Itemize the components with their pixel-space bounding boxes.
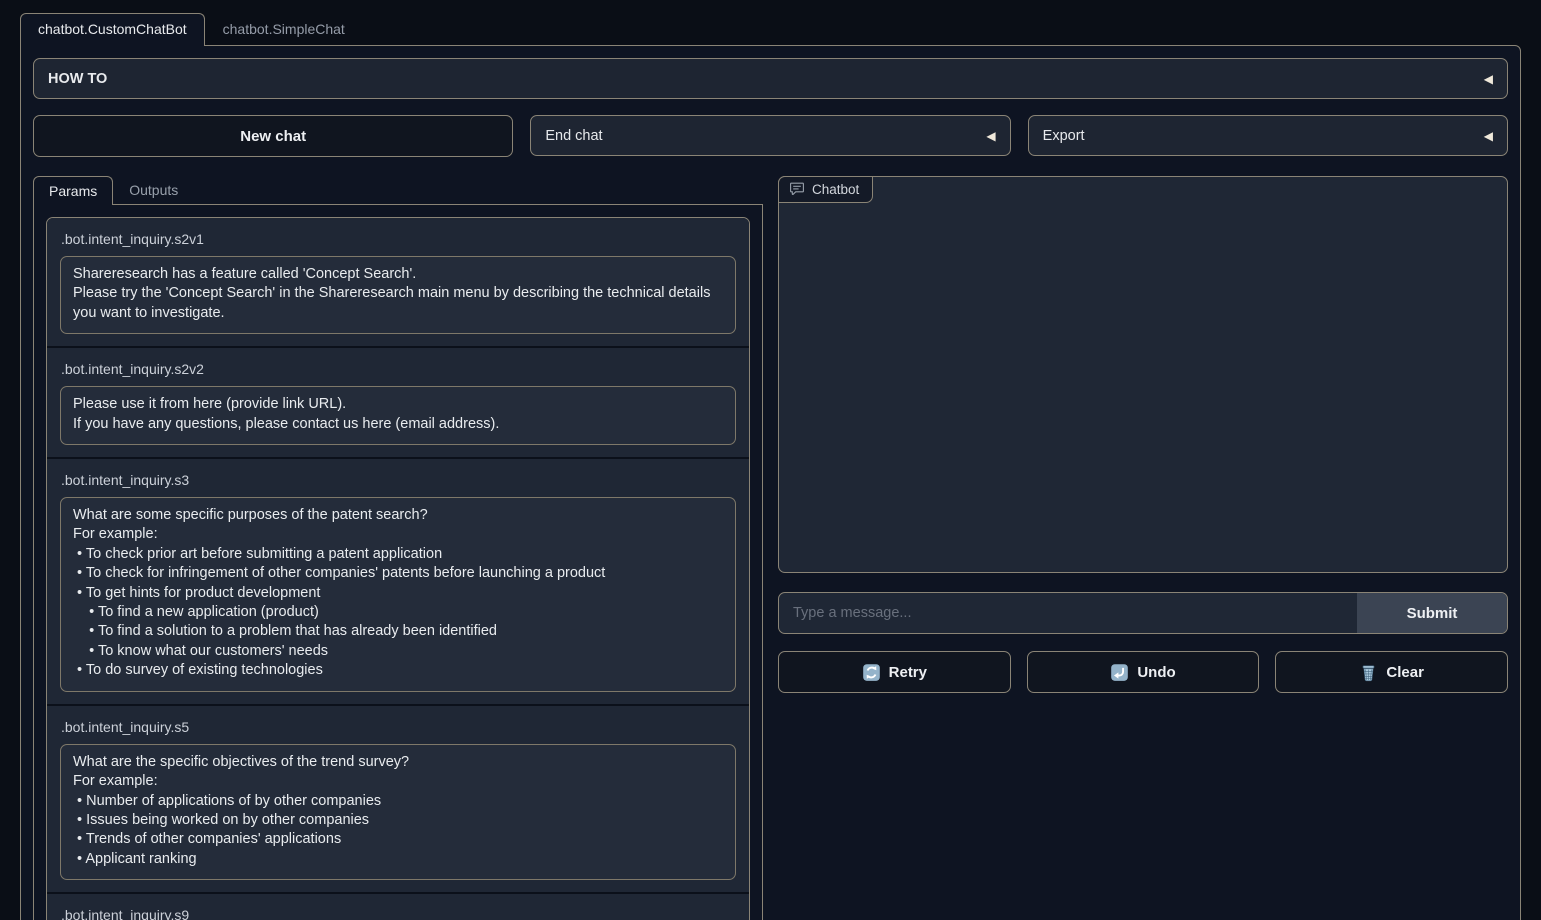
clear-button[interactable]: Clear	[1275, 651, 1508, 693]
retry-button[interactable]: Retry	[778, 651, 1011, 693]
param-field: .bot.intent_inquiry.s9	[47, 892, 749, 920]
chevron-left-icon: ◀	[1484, 73, 1493, 85]
param-field-label: .bot.intent_inquiry.s9	[61, 907, 736, 920]
retry-button-label: Retry	[889, 664, 927, 681]
app-root: chatbot.CustomChatBot chatbot.SimpleChat…	[0, 0, 1541, 920]
undo-arrow-icon	[1110, 663, 1129, 682]
howto-label: HOW TO	[48, 71, 107, 87]
submit-button[interactable]: Submit	[1357, 593, 1507, 633]
tab-chatbot-simplechat[interactable]: chatbot.SimpleChat	[205, 13, 363, 46]
param-field: .bot.intent_inquiry.s3 What are some spe…	[47, 457, 749, 704]
howto-accordion[interactable]: HOW TO ◀	[33, 58, 1508, 99]
param-field-value[interactable]: Please use it from here (provide link UR…	[60, 386, 736, 445]
tab-content-container: HOW TO ◀ New chat End chat ◀ Export ◀ Pa…	[20, 45, 1521, 920]
app-tabbar: chatbot.CustomChatBot chatbot.SimpleChat	[20, 13, 1521, 46]
chatbot-panel-title: Chatbot	[812, 182, 859, 197]
message-input-row: Submit	[778, 592, 1508, 634]
params-panel: .bot.intent_inquiry.s2v1 Shareresearch h…	[33, 205, 763, 920]
param-field: .bot.intent_inquiry.s5 What are the spec…	[47, 704, 749, 892]
export-label: Export	[1043, 128, 1085, 144]
tab-chatbot-customchatbot[interactable]: chatbot.CustomChatBot	[20, 13, 205, 46]
undo-button-label: Undo	[1137, 664, 1175, 681]
main-row: Params Outputs .bot.intent_inquiry.s2v1 …	[33, 176, 1508, 920]
counterclockwise-arrows-icon	[862, 663, 881, 682]
message-input[interactable]	[779, 593, 1357, 633]
param-field-value[interactable]: Shareresearch has a feature called 'Conc…	[60, 256, 736, 334]
chatbot-column: Chatbot Submit	[778, 176, 1508, 920]
params-outputs-tabbar: Params Outputs	[33, 176, 763, 205]
param-field-value[interactable]: What are some specific purposes of the p…	[60, 497, 736, 692]
chevron-left-icon: ◀	[986, 130, 995, 142]
end-chat-accordion[interactable]: End chat ◀	[530, 115, 1010, 156]
new-chat-button[interactable]: New chat	[33, 115, 513, 157]
param-field: .bot.intent_inquiry.s2v1 Shareresearch h…	[47, 218, 749, 346]
param-field-label: .bot.intent_inquiry.s5	[61, 719, 736, 736]
params-column: Params Outputs .bot.intent_inquiry.s2v1 …	[33, 176, 763, 920]
tab-params[interactable]: Params	[33, 176, 113, 205]
param-field-label: .bot.intent_inquiry.s2v2	[61, 361, 736, 378]
tab-outputs[interactable]: Outputs	[113, 176, 194, 204]
params-fields-group: .bot.intent_inquiry.s2v1 Shareresearch h…	[46, 217, 750, 920]
chat-actions-row: Retry Undo	[778, 651, 1508, 693]
chatbot-panel-label: Chatbot	[778, 176, 873, 203]
param-field-label: .bot.intent_inquiry.s3	[61, 472, 736, 489]
param-field-label: .bot.intent_inquiry.s2v1	[61, 231, 736, 248]
toolbar-row: New chat End chat ◀ Export ◀	[33, 115, 1508, 157]
speech-bubble-icon	[789, 181, 805, 197]
param-field: .bot.intent_inquiry.s2v2 Please use it f…	[47, 346, 749, 457]
wastebasket-icon	[1359, 663, 1378, 682]
export-accordion[interactable]: Export ◀	[1028, 115, 1508, 156]
param-field-value[interactable]: What are the specific objectives of the …	[60, 744, 736, 880]
clear-button-label: Clear	[1386, 664, 1424, 681]
undo-button[interactable]: Undo	[1027, 651, 1260, 693]
end-chat-label: End chat	[545, 128, 602, 144]
chevron-left-icon: ◀	[1484, 130, 1493, 142]
chatbot-panel: Chatbot	[778, 176, 1508, 573]
